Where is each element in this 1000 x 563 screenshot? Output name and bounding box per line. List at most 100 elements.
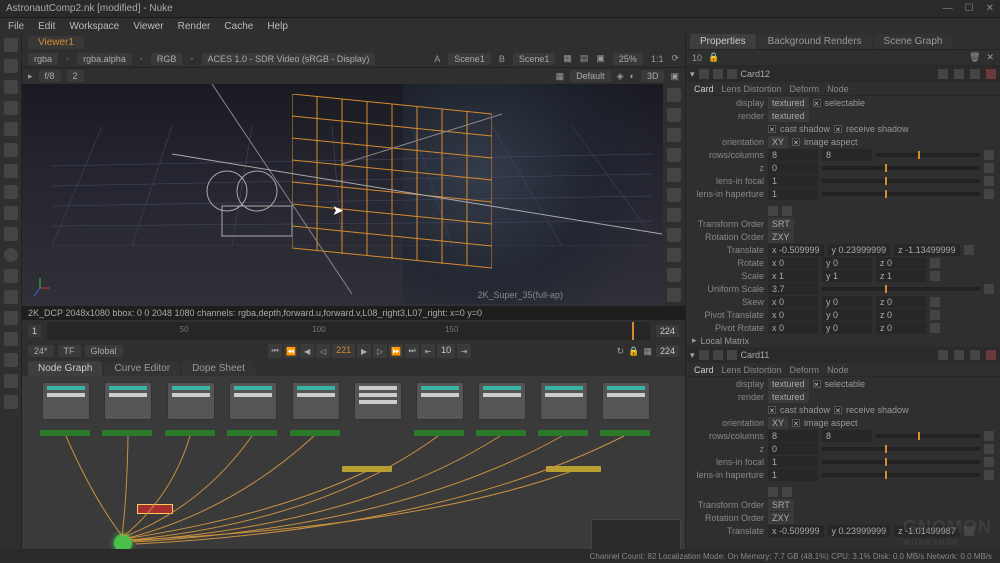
clear-all-icon[interactable]: 🗑 [969, 52, 980, 63]
tx-input[interactable]: x -0.509999 [768, 525, 824, 537]
receive-shadow-checkbox[interactable] [834, 406, 842, 414]
node-read[interactable] [478, 382, 526, 420]
render-dropdown[interactable]: textured [768, 110, 809, 122]
viewer-tab-1[interactable]: Viewer1 [28, 36, 84, 49]
rotation-order-dropdown[interactable]: ZXY [768, 512, 794, 524]
step-fwd-key-button[interactable]: ⏩ [389, 344, 403, 358]
node-selected[interactable] [137, 504, 173, 514]
rz-input[interactable]: z 0 [876, 257, 926, 269]
local-matrix-toggle[interactable]: Local Matrix [701, 336, 750, 346]
step-back-button[interactable]: ◀ [300, 344, 314, 358]
focal-input[interactable]: 1 [768, 456, 818, 468]
anim-icon[interactable] [930, 258, 940, 268]
display-dropdown[interactable]: textured [768, 378, 809, 390]
anim-icon[interactable] [984, 431, 994, 441]
tool-metadata-icon[interactable] [4, 311, 18, 325]
loop-icon[interactable]: ↻ [617, 346, 625, 357]
cast-shadow-checkbox[interactable] [768, 406, 776, 414]
subtab-lens[interactable]: Lens Distortion [722, 84, 782, 94]
node-graph[interactable] [22, 376, 685, 563]
sy-input[interactable]: y 1 [822, 270, 872, 282]
subtab-card[interactable]: Card [694, 84, 714, 94]
menu-edit[interactable]: Edit [38, 21, 55, 32]
refresh-icon[interactable]: ⟳ [671, 53, 679, 64]
ty-input[interactable]: y 0.23999999 [828, 244, 891, 256]
tab-scene-graph[interactable]: Scene Graph [874, 34, 953, 49]
node-read[interactable] [354, 382, 402, 420]
current-frame[interactable]: 221 [332, 344, 355, 358]
hap-slider[interactable] [822, 473, 980, 477]
tool-particles-icon[interactable] [4, 248, 18, 262]
node-card3d[interactable] [102, 430, 152, 436]
subtab-deform[interactable]: Deform [790, 84, 820, 94]
anim-icon[interactable] [930, 271, 940, 281]
minimize-button[interactable]: — [943, 3, 953, 14]
anim-icon[interactable] [984, 189, 994, 199]
sz-input[interactable]: z 1 [876, 270, 926, 282]
anim-icon[interactable] [984, 150, 994, 160]
close-button[interactable]: ✕ [986, 3, 994, 14]
tool-image-icon[interactable] [4, 38, 18, 52]
eye-icon[interactable] [699, 350, 709, 360]
camera-nav-icon[interactable] [667, 248, 681, 262]
node-card3d[interactable] [476, 430, 526, 436]
3d-viewport[interactable]: 2K_Super_35(full-ap) ➤ [22, 84, 663, 306]
timeline[interactable]: 1 50 100 150 224 [22, 320, 685, 342]
redo-icon[interactable] [727, 69, 737, 79]
tool-keyer-icon[interactable] [4, 164, 18, 178]
help-icon[interactable] [970, 350, 980, 360]
maximize-button[interactable]: ☐ [965, 3, 974, 14]
tab-node-graph[interactable]: Node Graph [28, 361, 102, 376]
gain-input[interactable]: 2 [67, 70, 84, 82]
overlay-icon[interactable]: ▣ [670, 71, 679, 82]
snap-icon[interactable] [782, 206, 792, 216]
colorspace-dropdown[interactable]: ACES 1.0 - SDR Video (sRGB - Display) [202, 53, 376, 65]
move-tool-icon[interactable] [667, 108, 681, 122]
undo-icon[interactable] [713, 69, 723, 79]
playhead[interactable] [632, 322, 634, 340]
cols-input[interactable]: 8 [822, 430, 872, 442]
rows-slider[interactable] [876, 434, 980, 438]
menu-viewer[interactable]: Viewer [133, 21, 163, 32]
anim-icon[interactable] [964, 245, 974, 255]
lock-all-icon[interactable]: 🔒 [708, 52, 719, 63]
node-read[interactable] [42, 382, 90, 420]
undo-icon[interactable] [713, 350, 723, 360]
scale-tool-icon[interactable] [667, 148, 681, 162]
channel-dropdown[interactable]: rgba [28, 53, 58, 65]
cache-icon[interactable]: ▦ [643, 346, 652, 357]
scene-a-dropdown[interactable]: Scene1 [448, 53, 491, 65]
tool-draw-icon[interactable] [4, 59, 18, 73]
hap-slider[interactable] [822, 192, 980, 196]
subtab-lens[interactable]: Lens Distortion [722, 365, 782, 375]
camera-icon[interactable]: ◈ [617, 71, 624, 82]
receive-shadow-checkbox[interactable] [834, 125, 842, 133]
tool-views-icon[interactable] [4, 290, 18, 304]
tool-filter-icon[interactable] [4, 143, 18, 157]
notes-icon[interactable] [938, 69, 948, 79]
node-card3d[interactable] [165, 430, 215, 436]
jump-back-button[interactable]: ⇤ [421, 344, 435, 358]
transform-order-dropdown[interactable]: SRT [768, 499, 794, 511]
render-dropdown[interactable]: textured [768, 391, 809, 403]
node-read[interactable] [540, 382, 588, 420]
goto-start-button[interactable]: ⏮ [268, 344, 282, 358]
anim-icon[interactable] [984, 163, 994, 173]
tf-dropdown[interactable]: TF [58, 345, 81, 357]
file-icon[interactable] [768, 206, 778, 216]
menu-workspace[interactable]: Workspace [69, 21, 119, 32]
wipe-icon[interactable]: ▦ [563, 53, 572, 64]
node-card3d[interactable] [414, 430, 464, 436]
tool-color-icon[interactable] [4, 122, 18, 136]
z-slider[interactable] [822, 447, 980, 451]
rotation-order-dropdown[interactable]: ZXY [768, 231, 794, 243]
frame-start[interactable]: 1 [28, 325, 41, 337]
subtab-deform[interactable]: Deform [790, 365, 820, 375]
step-fwd-button[interactable]: ▷ [373, 344, 387, 358]
redo-icon[interactable] [727, 350, 737, 360]
float-icon[interactable] [954, 350, 964, 360]
close-all-icon[interactable]: ✕ [986, 52, 994, 63]
menu-cache[interactable]: Cache [224, 21, 253, 32]
panel-header-card11[interactable]: ▾ Card11 [686, 347, 1000, 363]
dim-dropdown[interactable]: 3D [641, 70, 665, 82]
